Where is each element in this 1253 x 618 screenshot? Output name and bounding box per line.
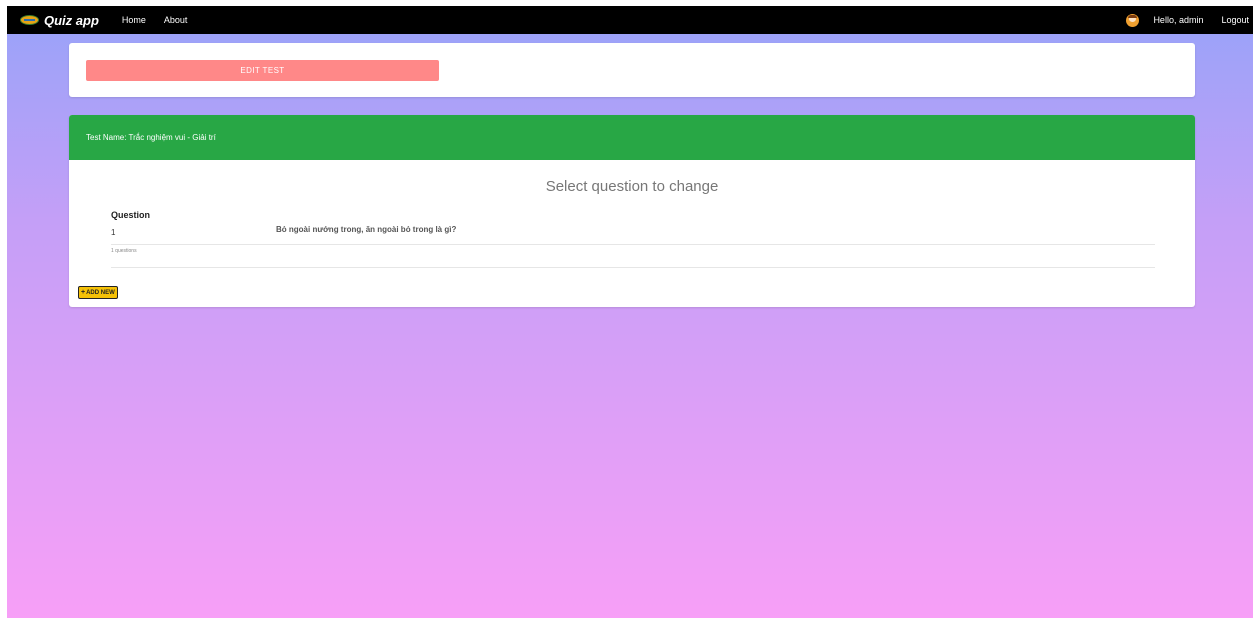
brand[interactable]: Quiz app	[20, 13, 99, 28]
user-greeting[interactable]: Hello, admin	[1153, 15, 1203, 25]
question-column-header: Question	[111, 210, 151, 220]
row-divider	[111, 267, 1155, 268]
add-new-button[interactable]: + ADD NEW	[78, 286, 118, 299]
page-viewport: Quiz app Home About Hello, admin Logout …	[7, 6, 1253, 618]
nav-home-link[interactable]: Home	[122, 15, 146, 25]
edit-test-button[interactable]: EDIT TEST	[86, 60, 439, 81]
brand-name[interactable]: Quiz app	[44, 13, 99, 28]
plus-icon: +	[81, 289, 86, 296]
top-navbar: Quiz app Home About Hello, admin Logout	[7, 6, 1253, 34]
question-number: 1	[111, 228, 116, 237]
quiz-logo-icon	[20, 14, 40, 26]
add-new-label: ADD NEW	[86, 289, 115, 296]
row-divider	[111, 244, 1155, 245]
question-link[interactable]: Bỏ ngoài nướng trong, ăn ngoài bỏ trong …	[276, 225, 456, 234]
question-count: 1 questions	[111, 248, 137, 254]
user-avatar-icon[interactable]	[1126, 13, 1140, 27]
edit-test-card: EDIT TEST	[69, 43, 1195, 97]
logout-link[interactable]: Logout	[1221, 15, 1249, 25]
page-title: Select question to change	[545, 178, 719, 195]
test-questions-card: Test Name: Trắc nghiệm vui - Giải trí Se…	[69, 115, 1195, 307]
nav-about-link[interactable]: About	[164, 15, 188, 25]
test-name-header: Test Name: Trắc nghiệm vui - Giải trí	[69, 115, 1195, 160]
